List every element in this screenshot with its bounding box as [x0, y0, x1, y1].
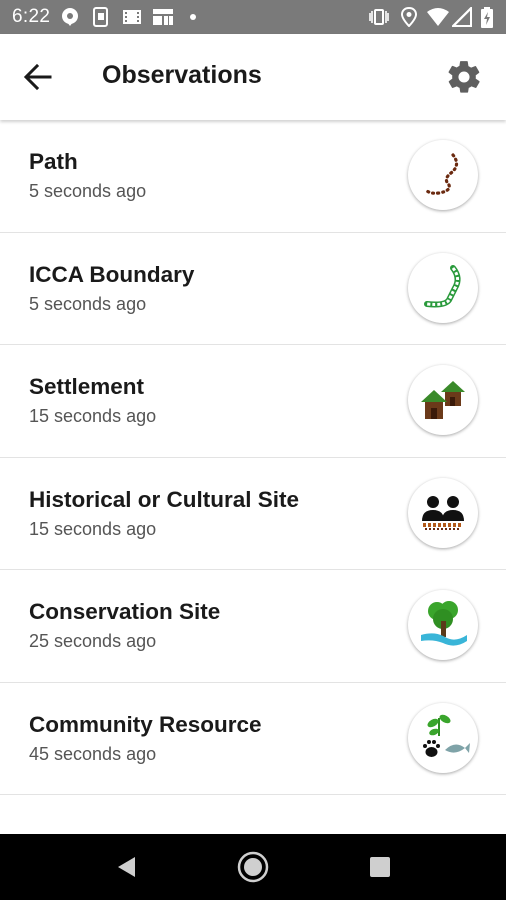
observation-thumbnail [408, 365, 478, 435]
observation-time: 15 seconds ago [29, 406, 157, 426]
status-bar: 6:22 [0, 0, 506, 34]
observation-name: Conservation Site [29, 599, 221, 624]
gear-icon [448, 61, 480, 93]
observation-list: Path 5 seconds ago ICCA Boundary 5 secon… [0, 120, 506, 795]
wifi-icon [427, 8, 449, 26]
screenshot-icon [93, 7, 108, 27]
battery-icon [481, 7, 493, 28]
observation-time: 15 seconds ago [29, 518, 157, 539]
status-time: 6:22 [12, 6, 51, 27]
resource-icon [423, 714, 470, 757]
observation-row-path[interactable]: Path 5 seconds ago [0, 120, 506, 233]
arrow-back-icon [23, 63, 52, 91]
film-icon [123, 10, 141, 24]
observation-time: 5 seconds ago [29, 293, 147, 314]
system-nav-bar [0, 834, 506, 900]
nav-recents-button[interactable] [360, 847, 400, 887]
observation-name: Community Resource [29, 711, 262, 737]
observation-time: 25 seconds ago [29, 631, 157, 651]
observation-row-community-resource[interactable]: Community Resource 45 seconds ago [0, 682, 506, 795]
houses-icon [421, 381, 465, 419]
observation-thumbnail [408, 702, 478, 773]
tree-icon [421, 601, 467, 646]
signal-icon [452, 7, 472, 27]
dot-icon [190, 14, 196, 20]
path-icon [425, 153, 459, 195]
observation-thumbnail [408, 590, 478, 660]
observation-name: Settlement [29, 374, 145, 399]
observation-thumbnail [408, 140, 478, 210]
observation-name: ICCA Boundary [29, 261, 195, 287]
observation-time: 5 seconds ago [29, 181, 147, 201]
observation-row-historical-cultural-site[interactable]: Historical or Cultural Site 15 seconds a… [0, 457, 506, 570]
page-title: Observations [102, 61, 262, 89]
nav-back-icon [118, 857, 135, 877]
people-icon [422, 495, 464, 530]
observation-row-icca-boundary[interactable]: ICCA Boundary 5 seconds ago [0, 232, 506, 345]
observation-thumbnail [408, 252, 478, 323]
observation-row-settlement[interactable]: Settlement 15 seconds ago [0, 345, 506, 458]
nav-home-icon [237, 851, 269, 883]
observation-name: Path [29, 149, 78, 174]
observation-thumbnail [408, 477, 478, 548]
settings-button[interactable] [440, 53, 488, 101]
nav-recents-icon [370, 857, 390, 877]
vibrate-icon [369, 9, 389, 25]
back-button[interactable] [14, 53, 62, 101]
location-icon [400, 7, 418, 27]
grid-icon [153, 9, 173, 25]
observation-time: 45 seconds ago [29, 743, 157, 764]
app-bar: Observations [0, 34, 506, 120]
chat-bubble-icon [62, 8, 78, 26]
observation-row-conservation-site[interactable]: Conservation Site 25 seconds ago [0, 570, 506, 683]
nav-back-button[interactable] [106, 847, 146, 887]
observation-name: Historical or Cultural Site [29, 486, 300, 512]
nav-home-button[interactable] [233, 847, 273, 887]
boundary-icon [424, 264, 461, 307]
